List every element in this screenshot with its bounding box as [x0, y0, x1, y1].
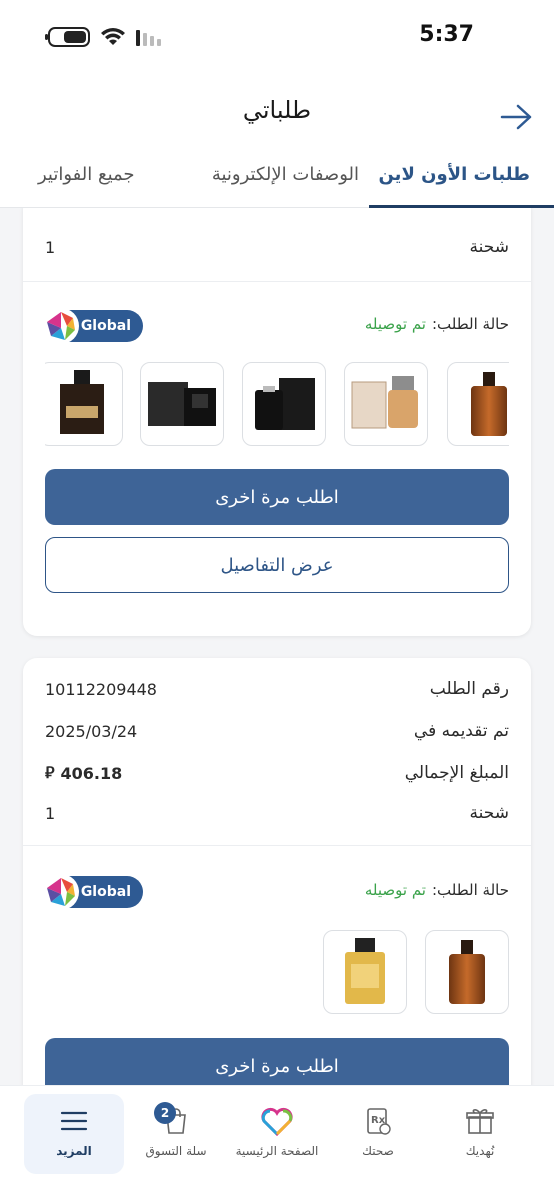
- product-thumbnail[interactable]: [45, 362, 123, 446]
- order-status-label: حالة الطلب:: [431, 315, 509, 333]
- nav-health[interactable]: Rx صحتك: [328, 1094, 428, 1174]
- tab-e-prescriptions[interactable]: الوصفات الإلكترونية: [212, 164, 359, 185]
- submitted-date-label: تم تقديمه في: [413, 721, 509, 741]
- battery-icon: [45, 27, 90, 47]
- total-amount: ⃁ 406.18: [45, 763, 122, 783]
- back-arrow-icon[interactable]: [498, 102, 534, 132]
- header: طلباتي: [0, 78, 554, 148]
- submitted-date-value: 2025/03/24: [45, 721, 138, 741]
- perfume-bentley-image: [351, 376, 418, 429]
- nav-home[interactable]: الصفحة الرئيسية: [227, 1094, 327, 1174]
- store-badge-label: Global: [80, 318, 131, 334]
- shipments-row: 1 شحنة: [45, 232, 509, 262]
- products-strip[interactable]: [45, 930, 509, 1016]
- nav-cart[interactable]: 2 سلة التسوق: [126, 1094, 226, 1174]
- nav-health-label: صحتك: [362, 1144, 394, 1158]
- total-amount-value: 406.18: [60, 763, 123, 783]
- status-time: 5:37: [419, 22, 474, 47]
- shipments-row: 1 شحنة: [45, 798, 509, 828]
- product-thumbnail[interactable]: [140, 362, 224, 446]
- shipments-label: شحنة: [469, 803, 509, 823]
- tab-bar: طلبات الأون لاين الوصفات الإلكترونية جمي…: [0, 148, 554, 208]
- product-thumbnail[interactable]: [447, 362, 509, 446]
- reorder-button[interactable]: اطلب مرة اخرى: [45, 469, 509, 525]
- order-number-row: 10112209448 رقم الطلب: [45, 674, 509, 704]
- divider: [23, 281, 531, 282]
- perfume-gucci-guilty-image: [471, 372, 507, 436]
- perfume-gucci-guilty-image: [449, 940, 485, 1004]
- order-status-label: حالة الطلب:: [431, 881, 509, 899]
- total-amount-row: ⃁ 406.18 المبلغ الإجمالي: [45, 758, 509, 788]
- bottom-navigation: نُهديك Rx صحتك الصفحة الرئيسية 2 سلة الت…: [0, 1085, 554, 1200]
- tab-online-orders[interactable]: طلبات الأون لاين: [378, 164, 530, 185]
- total-amount-label: المبلغ الإجمالي: [404, 763, 509, 783]
- order-status: حالة الطلب: تم توصيله: [365, 881, 509, 899]
- global-logo-icon: [43, 308, 79, 344]
- perfume-jaguar-image: [255, 378, 315, 430]
- product-thumbnail[interactable]: [344, 362, 428, 446]
- cart-count-badge: 2: [154, 1102, 176, 1124]
- perfume-lalique-encre-noire-image: [148, 382, 216, 426]
- perfume-dunhill-image: [345, 938, 385, 1004]
- reorder-button[interactable]: اطلب مرة اخرى: [45, 1038, 509, 1085]
- perfume-givenchy-gentleman-image: [60, 370, 104, 434]
- menu-icon: [60, 1111, 88, 1131]
- home-heart-icon: [261, 1107, 293, 1136]
- view-details-button[interactable]: عرض التفاصيل: [45, 537, 509, 593]
- cellular-signal-icon: [136, 28, 161, 46]
- nav-cart-label: سلة التسوق: [145, 1144, 207, 1158]
- order-card: 10112209448 رقم الطلب 2025/03/24 تم تقدي…: [23, 658, 531, 1085]
- global-logo-icon: [43, 874, 79, 910]
- order-number-label: رقم الطلب: [429, 679, 509, 699]
- submitted-date-row: 2025/03/24 تم تقديمه في: [45, 716, 509, 746]
- wifi-icon: [100, 27, 126, 47]
- global-store-badge: Global: [43, 874, 143, 910]
- product-thumbnail[interactable]: [323, 930, 407, 1014]
- page-title: طلباتي: [242, 96, 312, 124]
- prescription-icon: Rx: [367, 1108, 391, 1135]
- tab-all-invoices[interactable]: جميع الفواتير: [38, 164, 135, 185]
- divider: [23, 845, 531, 846]
- nav-gifts-label: نُهديك: [465, 1144, 495, 1158]
- product-thumbnail[interactable]: [425, 930, 509, 1014]
- product-thumbnail[interactable]: [242, 362, 326, 446]
- nav-more-label: المزيد: [56, 1144, 92, 1158]
- currency-symbol: ⃁: [45, 763, 55, 782]
- shipments-value: 1: [45, 237, 56, 257]
- order-status: حالة الطلب: تم توصيله: [365, 315, 509, 333]
- nav-more[interactable]: المزيد: [24, 1094, 124, 1174]
- store-badge-label: Global: [80, 884, 131, 900]
- status-icons: [45, 27, 161, 47]
- orders-list[interactable]: 1 شحنة Global حالة الطلب: تم توصيله اطلب…: [0, 208, 554, 1085]
- status-bar: 5:37: [0, 0, 554, 78]
- nav-gifts[interactable]: نُهديك: [430, 1094, 530, 1174]
- shipments-label: شحنة: [469, 237, 509, 257]
- nav-home-label: الصفحة الرئيسية: [235, 1144, 319, 1158]
- order-status-value: تم توصيله: [364, 881, 426, 899]
- order-status-value: تم توصيله: [364, 315, 426, 333]
- gift-icon: [466, 1109, 494, 1134]
- products-strip[interactable]: [45, 362, 509, 448]
- shipments-value: 1: [45, 803, 56, 823]
- global-store-badge: Global: [43, 308, 143, 344]
- order-card: 1 شحنة Global حالة الطلب: تم توصيله اطلب…: [23, 208, 531, 636]
- order-number-value: 10112209448: [45, 679, 157, 699]
